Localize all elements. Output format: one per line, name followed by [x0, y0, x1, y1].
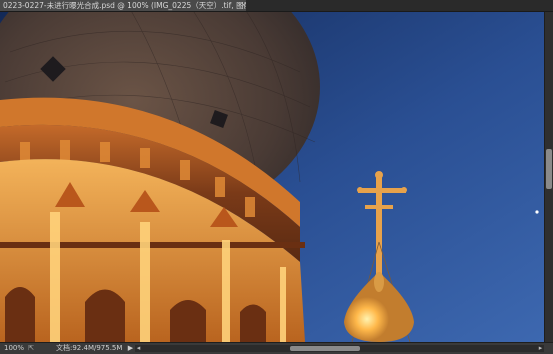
document-tab-title: 0223-0227-未进行曝光合成.psd @ 100% (IMG_0225（天… — [3, 1, 246, 10]
document-tab-bar: 0223-0227-未进行曝光合成.psd @ 100% (IMG_0225（天… — [0, 0, 553, 12]
image-canvas[interactable] — [0, 12, 544, 342]
chevron-left-icon[interactable]: ◂ — [135, 343, 142, 354]
status-bar: 100% ⇱ 文档:92.4M/975.5M ▶ ◂ ▸ — [0, 342, 553, 354]
play-arrow-icon[interactable]: ▶ — [127, 343, 134, 354]
horizontal-scroll-thumb[interactable] — [290, 346, 360, 351]
photo-church-dome — [0, 12, 544, 342]
chevron-right-icon[interactable]: ▸ — [537, 343, 544, 354]
document-tab[interactable]: 0223-0227-未进行曝光合成.psd @ 100% (IMG_0225（天… — [0, 0, 246, 11]
document-info: 文档:92.4M/975.5M — [56, 344, 123, 352]
vertical-scrollbar[interactable] — [544, 12, 553, 342]
close-tab-icon[interactable]: × — [240, 0, 247, 11]
zoom-level[interactable]: 100% — [4, 343, 26, 354]
share-icon[interactable]: ⇱ — [27, 343, 35, 354]
vertical-scroll-thumb[interactable] — [546, 149, 552, 189]
